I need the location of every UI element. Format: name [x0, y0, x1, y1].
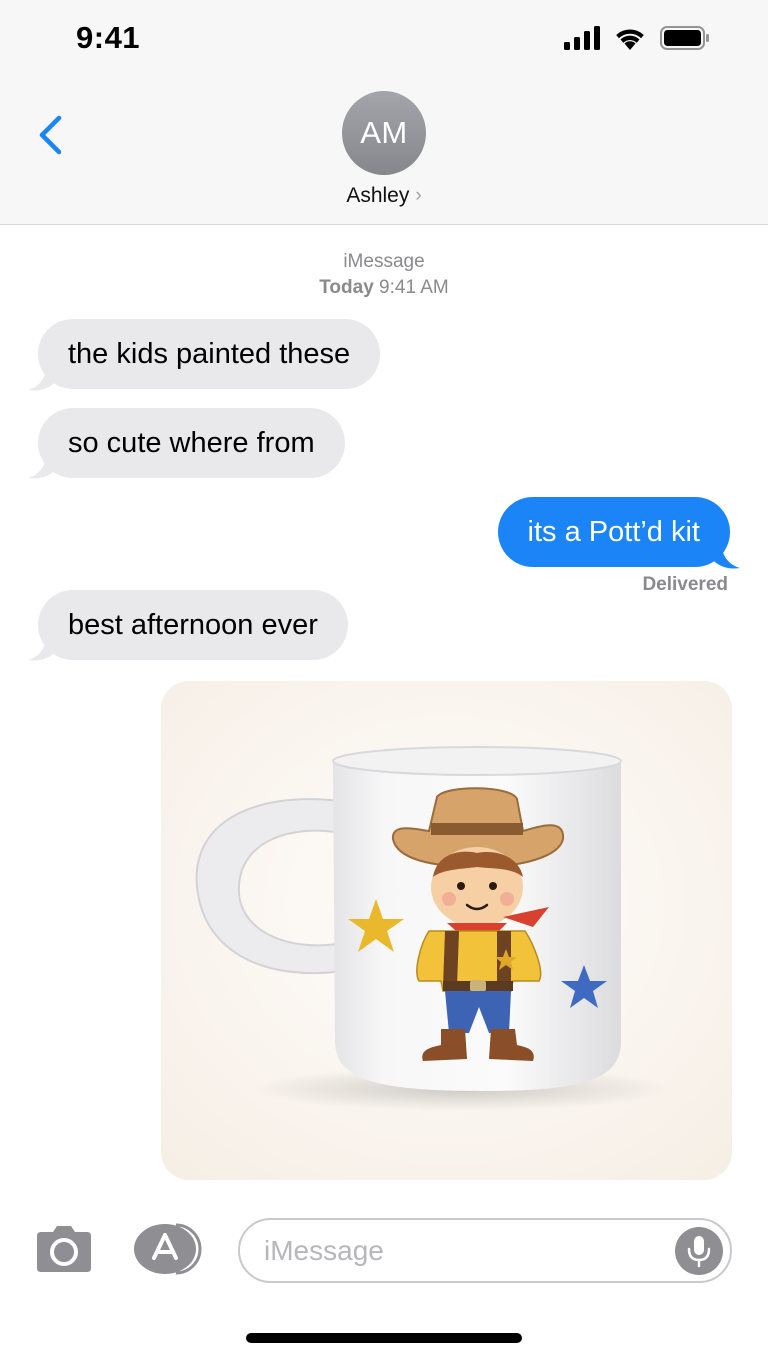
delivery-status: Delivered: [642, 574, 728, 595]
microphone-icon: [687, 1236, 711, 1268]
battery-icon: [660, 26, 709, 50]
avatar[interactable]: AM: [342, 91, 426, 175]
dictation-button[interactable]: [675, 1227, 723, 1275]
mug-photo: [161, 681, 732, 1180]
status-bar: 9:41: [0, 0, 768, 80]
message-bubble-incoming[interactable]: best afternoon ever: [38, 590, 348, 660]
signal-icon: [564, 26, 600, 50]
message-text: so cute where from: [68, 427, 315, 459]
contact-name-button[interactable]: Ashley ›: [0, 184, 768, 208]
message-text: its a Pott’d kit: [527, 516, 700, 548]
wifi-icon: [616, 29, 644, 50]
camera-button[interactable]: [33, 1224, 95, 1274]
message-input-field[interactable]: [238, 1218, 732, 1283]
chevron-left-icon: [39, 115, 62, 155]
status-time: 9:41: [76, 20, 141, 55]
back-button[interactable]: [30, 110, 74, 160]
message-bubble-incoming[interactable]: so cute where from: [38, 408, 345, 478]
message-bubble-incoming[interactable]: the kids painted these: [38, 319, 381, 389]
camera-icon: [37, 1226, 91, 1272]
contact-name: Ashley: [346, 184, 410, 207]
message-text: the kids painted these: [68, 338, 351, 370]
thread-timestamp: Today 9:41 AM: [0, 277, 768, 299]
message-bubble-outgoing[interactable]: its a Pott’d kit: [497, 497, 730, 567]
conversation-header: AM Ashley ›: [0, 80, 768, 225]
timestamp-day: Today: [319, 277, 374, 298]
app-store-icon: [134, 1223, 202, 1275]
app-store-button[interactable]: [132, 1222, 204, 1276]
photo-attachment[interactable]: [161, 681, 732, 1180]
message-input[interactable]: [264, 1230, 664, 1272]
message-text: best afternoon ever: [68, 609, 318, 641]
chevron-right-icon: ›: [415, 185, 422, 206]
avatar-initials: AM: [360, 115, 408, 150]
thread-service-label: iMessage: [343, 251, 425, 272]
timestamp-time: 9:41 AM: [379, 277, 449, 298]
status-icons: [564, 26, 710, 50]
home-indicator[interactable]: [246, 1333, 522, 1343]
